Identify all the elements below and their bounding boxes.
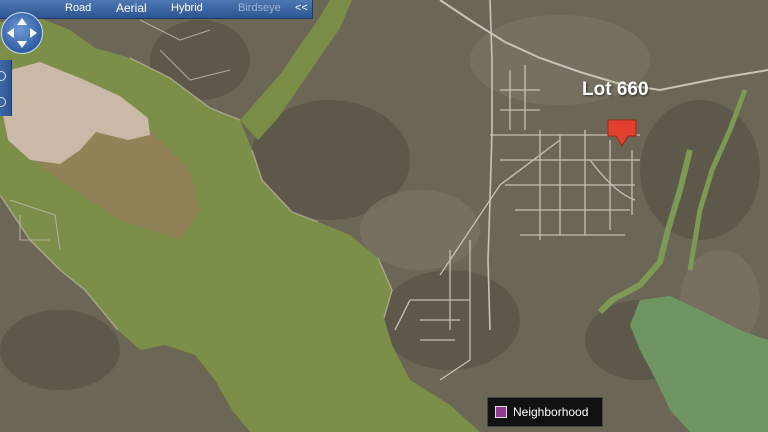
pan-control[interactable] bbox=[1, 12, 43, 54]
birdseye-view-button[interactable]: Birdseye bbox=[238, 2, 281, 14]
aerial-map[interactable]: Road Aerial Hybrid Birdseye << Lot 660 N… bbox=[0, 0, 768, 432]
lot-label: Lot 660 bbox=[582, 79, 649, 100]
map-type-bar: Road Aerial Hybrid Birdseye << bbox=[0, 0, 313, 19]
zoom-control bbox=[0, 60, 12, 116]
map-pin-shape bbox=[607, 119, 637, 147]
road-view-button[interactable]: Road bbox=[65, 2, 91, 14]
zoom-in-icon[interactable] bbox=[0, 71, 6, 81]
pan-arrows-icon bbox=[7, 18, 37, 48]
pan-left-arrow[interactable] bbox=[7, 28, 14, 38]
pan-up-arrow[interactable] bbox=[17, 18, 27, 25]
map-legend: Neighborhood bbox=[487, 397, 603, 427]
collapse-toolbar-button[interactable]: << bbox=[295, 2, 308, 14]
pan-down-arrow[interactable] bbox=[17, 41, 27, 48]
aerial-view-button[interactable]: Aerial bbox=[116, 1, 147, 15]
legend-label: Neighborhood bbox=[513, 405, 589, 419]
map-pin-icon[interactable] bbox=[606, 118, 638, 148]
neighborhood-swatch bbox=[495, 406, 507, 418]
aerial-imagery[interactable] bbox=[0, 0, 768, 432]
hybrid-view-button[interactable]: Hybrid bbox=[171, 2, 203, 14]
zoom-out-icon[interactable] bbox=[0, 97, 6, 107]
pan-right-arrow[interactable] bbox=[30, 28, 37, 38]
